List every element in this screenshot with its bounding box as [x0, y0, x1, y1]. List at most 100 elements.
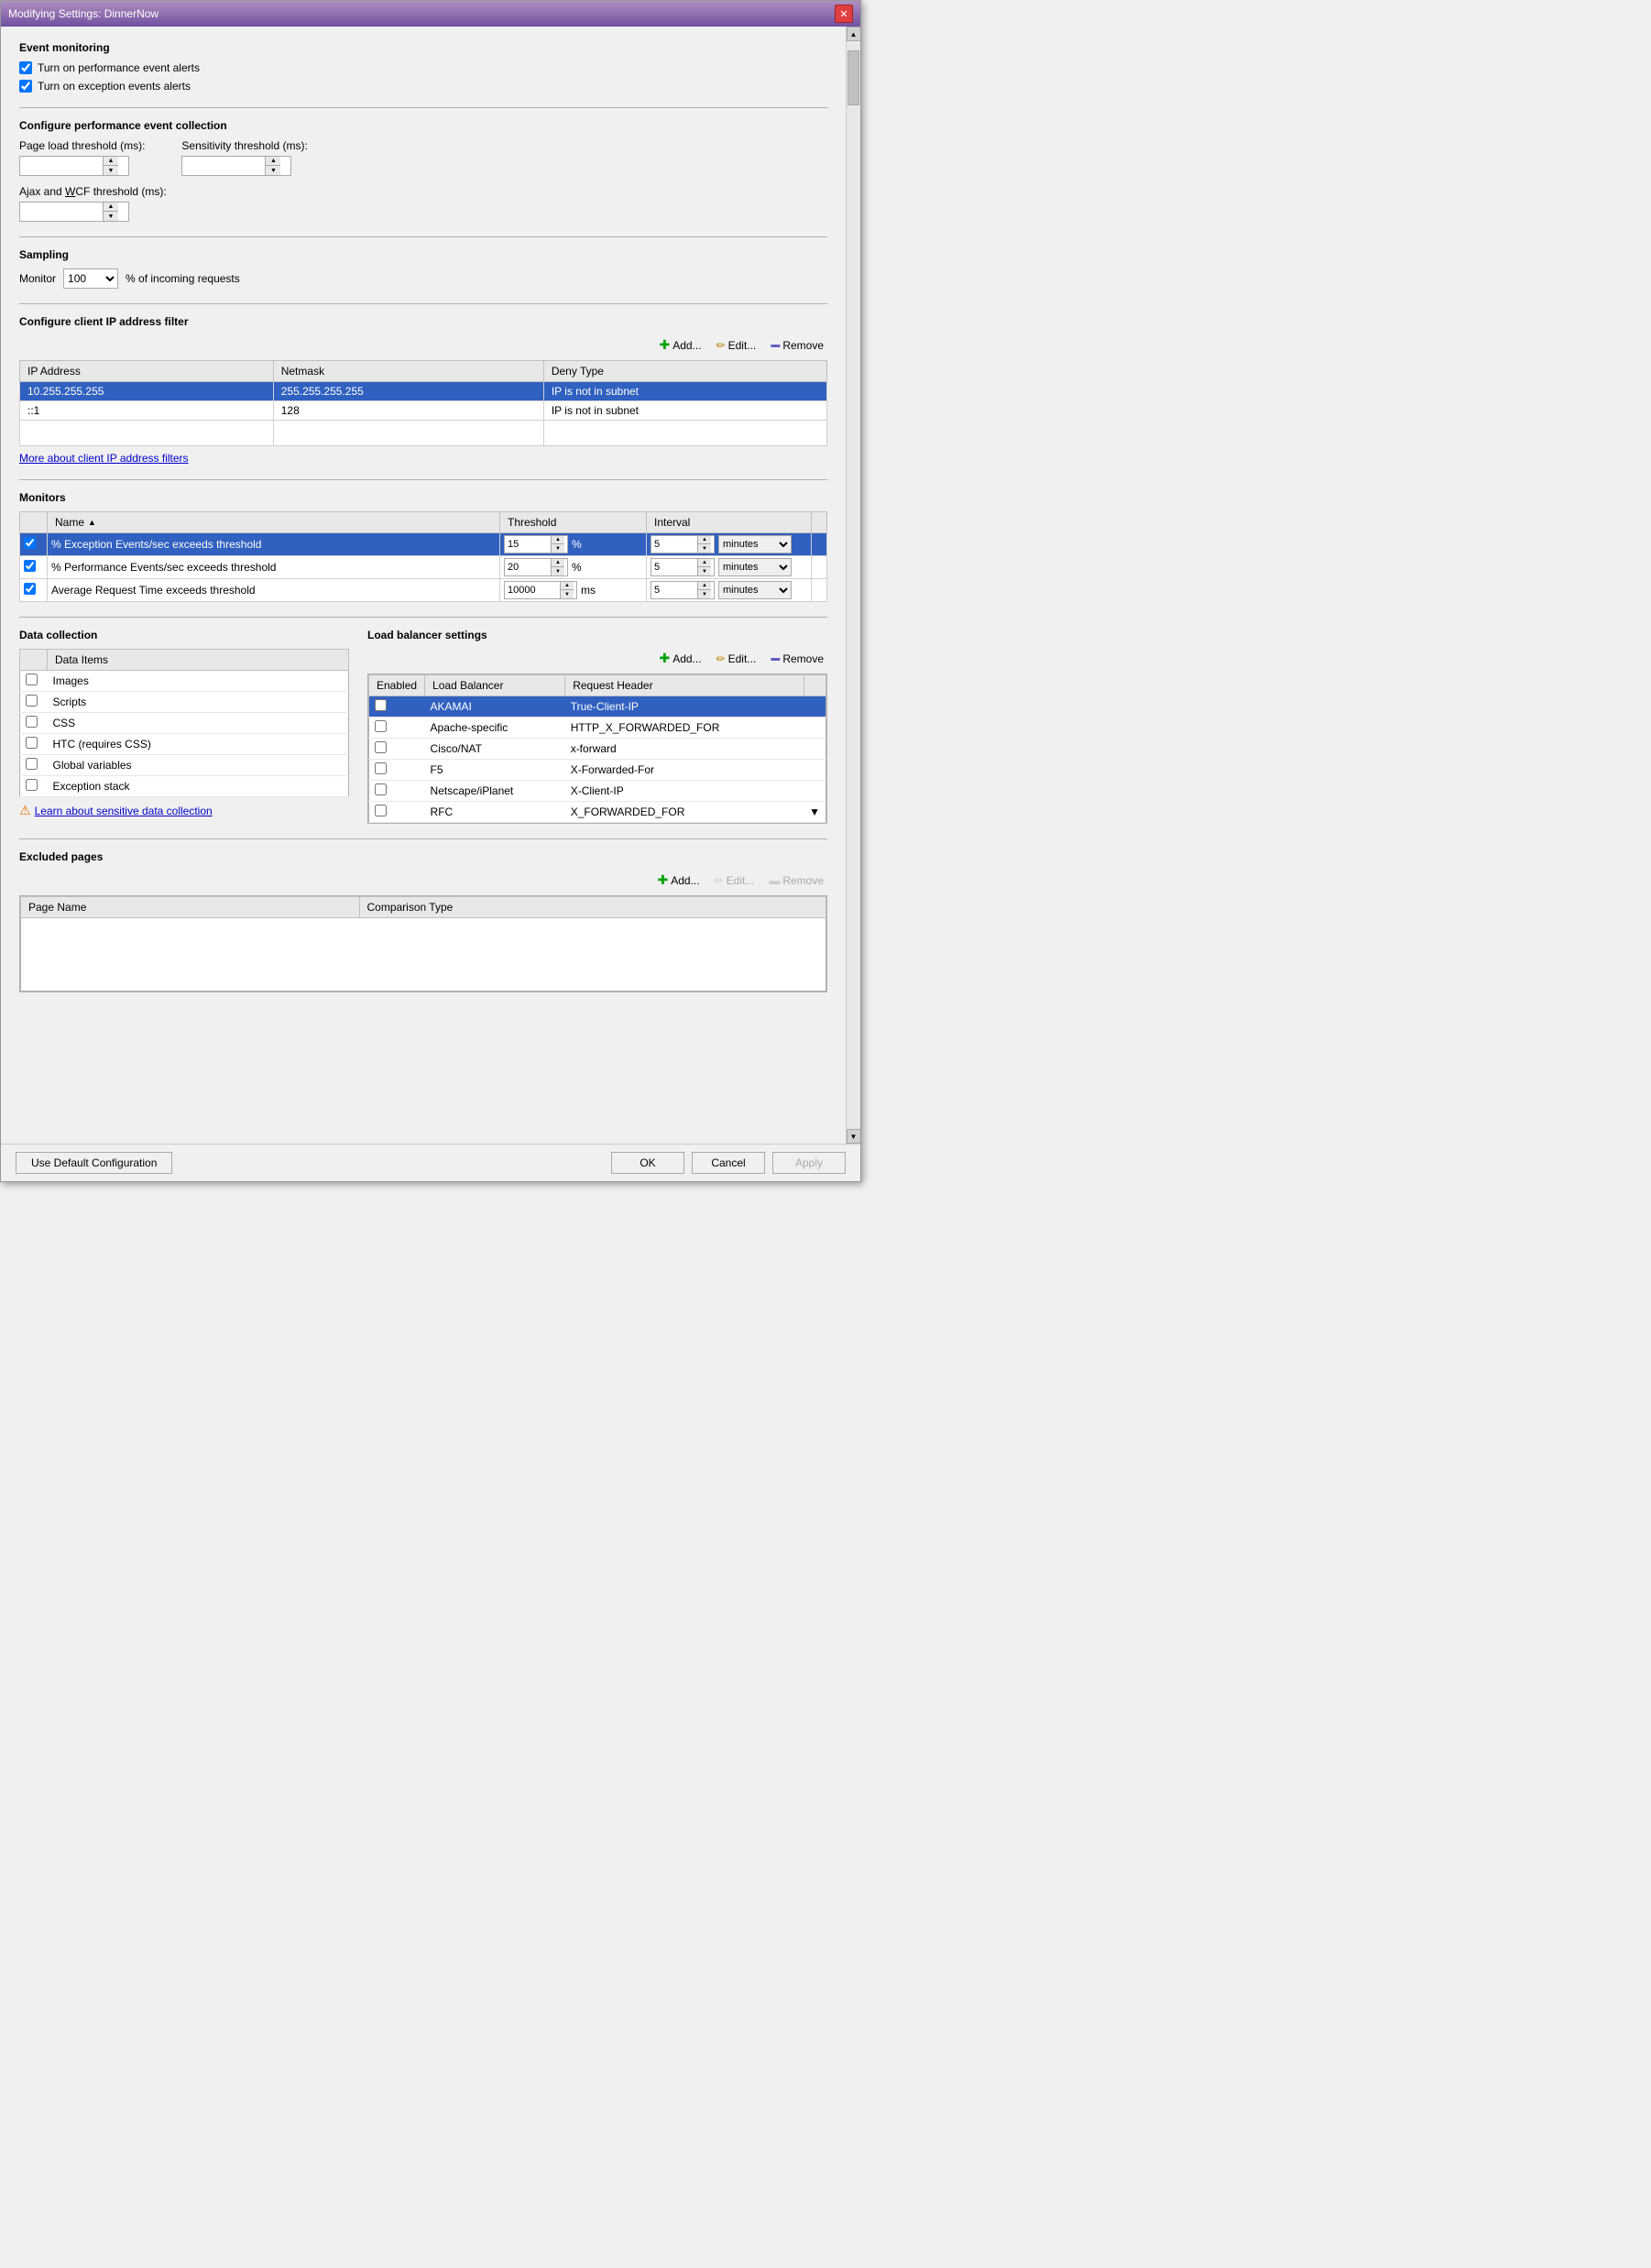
interval-down-2[interactable]: ▼	[698, 567, 711, 575]
interval-up-1[interactable]: ▲	[698, 536, 711, 544]
lb-row-f5[interactable]: F5 X-Forwarded-For	[369, 760, 826, 781]
ajax-input[interactable]: 5000	[20, 203, 103, 221]
netmask-col-header: Netmask	[273, 361, 543, 382]
monitor-row-3[interactable]: Average Request Time exceeds threshold ▲…	[20, 579, 827, 602]
interval-up-2[interactable]: ▲	[698, 559, 711, 567]
lb-row-cisco[interactable]: Cisco/NAT x-forward	[369, 739, 826, 760]
thresh-up-3[interactable]: ▲	[561, 582, 574, 590]
interval-unit-2[interactable]: minutes hours	[718, 558, 792, 576]
lb-row-rfc[interactable]: RFC X_FORWARDED_FOR ▼	[369, 802, 826, 823]
lb-row-akamai[interactable]: AKAMAI True-Client-IP	[369, 696, 826, 718]
ip-link[interactable]: More about client IP address filters	[19, 452, 189, 465]
ip-edit-button[interactable]: ✏ Edit...	[713, 337, 760, 354]
di-check-scripts[interactable]	[26, 695, 38, 707]
ep-remove-button[interactable]: ▬ Remove	[765, 872, 827, 889]
page-load-input[interactable]: 15000	[20, 157, 103, 175]
sensitivity-input[interactable]: 3000	[182, 157, 265, 175]
lb-add-button[interactable]: ✚ Add...	[655, 649, 705, 668]
apply-button[interactable]: Apply	[772, 1152, 846, 1174]
page-load-up[interactable]: ▲	[104, 157, 118, 166]
di-check-global[interactable]	[26, 758, 38, 770]
monitor-thresh-input-1[interactable]	[505, 536, 551, 553]
di-check-css[interactable]	[26, 716, 38, 728]
ip-remove-button[interactable]: ▬ Remove	[767, 337, 827, 354]
interval-up-3[interactable]: ▲	[698, 582, 711, 590]
ok-button[interactable]: OK	[611, 1152, 684, 1174]
di-label-global: Global variables	[48, 755, 349, 776]
ajax-up[interactable]: ▲	[104, 203, 118, 212]
sensitivity-up[interactable]: ▲	[266, 157, 280, 166]
lb-header-apache: HTTP_X_FORWARDED_FOR	[565, 718, 804, 739]
monitor-interval-1: ▲ ▼	[651, 535, 715, 553]
scroll-down-button[interactable]: ▼	[847, 1129, 861, 1144]
lb-edit-button[interactable]: ✏ Edit...	[713, 651, 760, 667]
sensitivity-down[interactable]: ▼	[266, 166, 280, 175]
lb-check-apache[interactable]	[375, 720, 387, 732]
lb-check-akamai[interactable]	[375, 699, 387, 711]
di-check-exception[interactable]	[26, 779, 38, 791]
close-button[interactable]: ✕	[835, 5, 853, 23]
page-load-down[interactable]: ▼	[104, 166, 118, 175]
cancel-button[interactable]: Cancel	[692, 1152, 765, 1174]
interval-input-3[interactable]	[651, 582, 697, 598]
divider-5	[19, 617, 827, 618]
bottom-btn-group: OK Cancel Apply	[611, 1152, 846, 1174]
interval-down-3[interactable]: ▼	[698, 590, 711, 598]
lb-row-apache[interactable]: Apache-specific HTTP_X_FORWARDED_FOR	[369, 718, 826, 739]
ep-edit-button[interactable]: ✏ Edit...	[711, 872, 759, 889]
monitor-row-2[interactable]: % Performance Events/sec exceeds thresho…	[20, 556, 827, 579]
learn-link[interactable]: Learn about sensitive data collection	[35, 805, 213, 817]
interval-input-2[interactable]	[651, 559, 697, 575]
divider-4	[19, 479, 827, 480]
lb-name-f5: F5	[425, 760, 565, 781]
lb-check-f5[interactable]	[375, 762, 387, 774]
monitor-check-3[interactable]	[24, 583, 36, 595]
monitor-check-2[interactable]	[24, 560, 36, 572]
ep-add-button[interactable]: ✚ Add...	[653, 871, 703, 890]
sampling-section: Sampling Monitor 100 75 50 25 % of incom…	[19, 248, 827, 289]
sensitivity-spinner-btns: ▲ ▼	[265, 157, 280, 175]
thresh-down-3[interactable]: ▼	[561, 590, 574, 598]
ep-remove-label: Remove	[782, 874, 824, 887]
default-config-button[interactable]: Use Default Configuration	[16, 1152, 172, 1174]
thresh-down-1[interactable]: ▼	[552, 544, 564, 553]
ep-table: Page Name Comparison Type	[20, 896, 826, 992]
lb-row-netscape[interactable]: Netscape/iPlanet X-Client-IP	[369, 781, 826, 802]
lb-table: Enabled Load Balancer Request Header AKA…	[368, 674, 826, 823]
monitor-thresh-input-3[interactable]	[505, 582, 560, 598]
scroll-thumb[interactable]	[847, 50, 859, 105]
lb-check-rfc[interactable]	[375, 805, 387, 816]
thresh-down-2[interactable]: ▼	[552, 567, 564, 575]
lb-check-netscape[interactable]	[375, 783, 387, 795]
interval-input-1[interactable]	[651, 536, 697, 553]
page-load-spinner: 15000 ▲ ▼	[19, 156, 129, 176]
di-label-exception: Exception stack	[48, 776, 349, 797]
perf-events-checkbox[interactable]	[19, 61, 32, 74]
lb-remove-button[interactable]: ▬ Remove	[767, 651, 827, 667]
monitor-check-col	[20, 512, 48, 533]
interval-unit-1[interactable]: minutes hours	[718, 535, 792, 553]
monitor-label: Monitor	[19, 272, 56, 285]
ip-row-selected[interactable]: 10.255.255.255 255.255.255.255 IP is not…	[20, 382, 827, 401]
lb-header-f5: X-Forwarded-For	[565, 760, 804, 781]
monitor-thresh-input-2[interactable]	[505, 559, 551, 575]
ajax-down[interactable]: ▼	[104, 212, 118, 221]
ip-add-button[interactable]: ✚ Add...	[655, 335, 705, 355]
di-check-htc[interactable]	[26, 737, 38, 749]
sampling-select[interactable]: 100 75 50 25	[63, 268, 118, 289]
thresh-up-2[interactable]: ▲	[552, 559, 564, 567]
di-check-images[interactable]	[26, 674, 38, 685]
lb-check-cisco[interactable]	[375, 741, 387, 753]
ep-comparison-col: Comparison Type	[359, 897, 826, 918]
thresh-up-1[interactable]: ▲	[552, 536, 564, 544]
ip-row-empty	[20, 421, 827, 446]
interval-down-1[interactable]: ▼	[698, 544, 711, 553]
ip-row-normal[interactable]: ::1 128 IP is not in subnet	[20, 401, 827, 421]
monitor-check-1[interactable]	[24, 537, 36, 549]
interval-unit-3[interactable]: minutes hours	[718, 581, 792, 599]
monitor-row-1[interactable]: % Exception Events/sec exceeds threshold…	[20, 533, 827, 556]
scroll-up-button[interactable]: ▲	[847, 27, 861, 41]
exc-events-checkbox[interactable]	[19, 80, 32, 93]
monitor-thresh-1: ▲ ▼	[504, 535, 568, 553]
di-row-images: Images	[20, 671, 349, 692]
